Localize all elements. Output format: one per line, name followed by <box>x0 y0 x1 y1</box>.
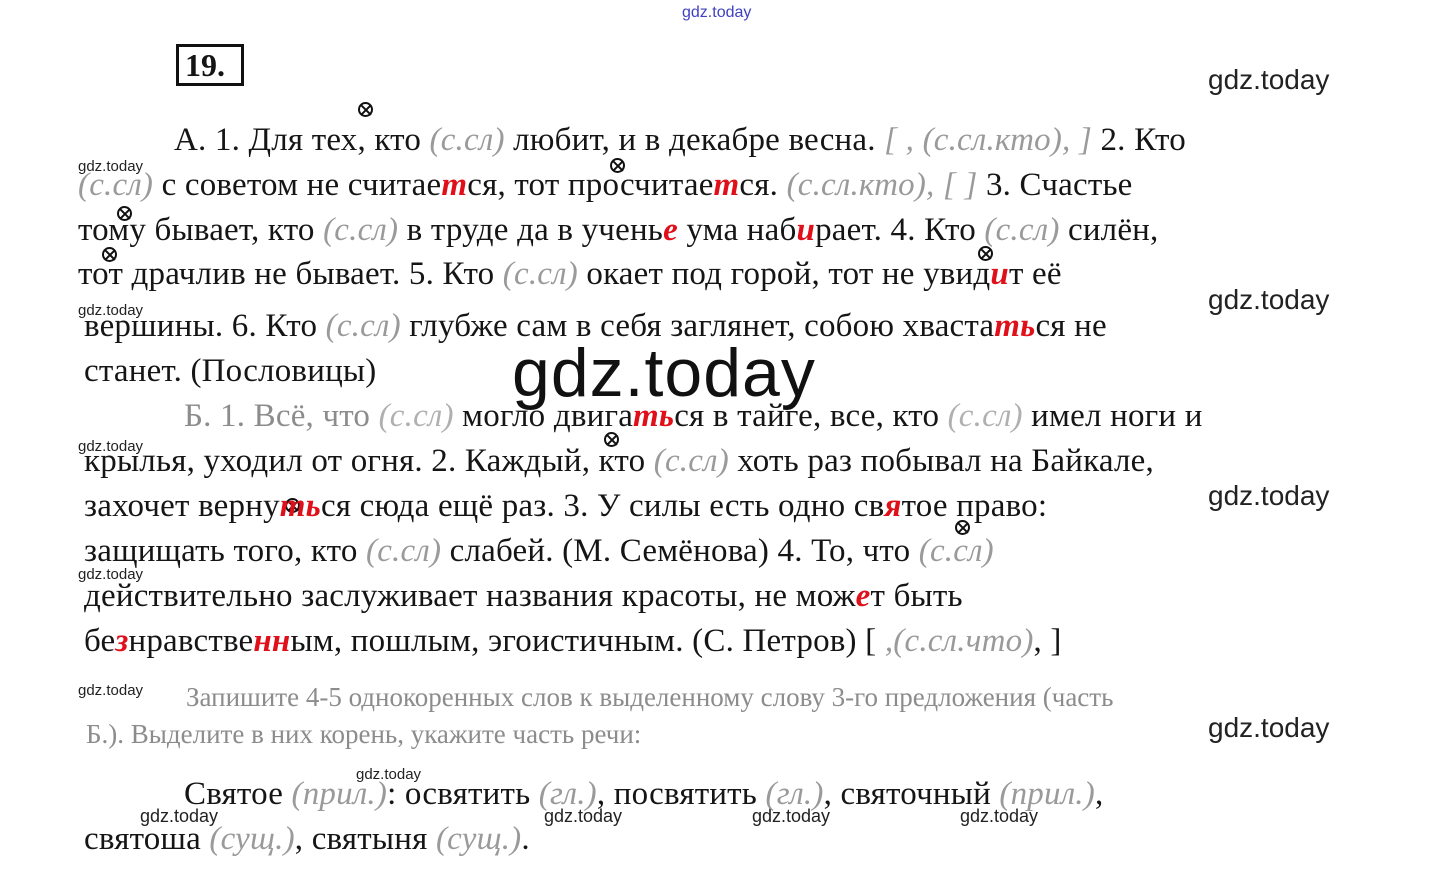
text-line-a6: станет. (Пословицы) <box>84 353 377 389</box>
watermark-right-4: gdz.today <box>1208 712 1330 743</box>
instruction-line-2: Б.). Выделите в них корень, укажите част… <box>86 719 642 749</box>
answer-line-2: святоша (сущ.), святыня (сущ.). <box>84 821 530 857</box>
text-line-b3: захочет вернуться сюда ещё раз. 3. У сил… <box>84 488 1048 524</box>
watermark-left-5: gdz.today <box>78 682 144 699</box>
watermark-top: gdz.today <box>682 4 752 21</box>
watermark-right-2: gdz.today <box>1208 284 1330 315</box>
text-line-a4: тот драчлив не бывает. 5. Кто (с.сл) ока… <box>78 256 1062 292</box>
text-line-a1: А. 1. Для тех, кто (с.сл) любит, и в дек… <box>174 122 1186 158</box>
text-line-a3: тому бывает, кто (с.сл) в труде да в уче… <box>78 212 1159 248</box>
watermark-right-3: gdz.today <box>1208 480 1330 511</box>
subject-mark-icon <box>358 102 373 117</box>
watermark-center: gdz.today <box>512 335 816 411</box>
task-number-box: 19. <box>176 44 244 86</box>
text-line-b5: действительно заслуживает названия красо… <box>84 578 963 614</box>
text-line-a2: (с.сл) с советом не считается, тот просч… <box>78 167 1133 203</box>
text-line-b6: безнравственным, пошлым, эгоистичным. (С… <box>84 623 1062 659</box>
answer-line-1: Святое (прил.): освятить (гл.), посвятит… <box>184 776 1104 812</box>
task-number: 19 <box>185 47 217 83</box>
instruction-line-1: Запишите 4-5 однокоренных слов к выделен… <box>186 682 1114 712</box>
watermark-right-1: gdz.today <box>1208 64 1330 95</box>
text-line-b4: защищать того, кто (с.сл) слабей. (М. Се… <box>84 533 994 569</box>
text-line-b2: крылья, уходил от огня. 2. Каждый, кто (… <box>84 443 1154 479</box>
